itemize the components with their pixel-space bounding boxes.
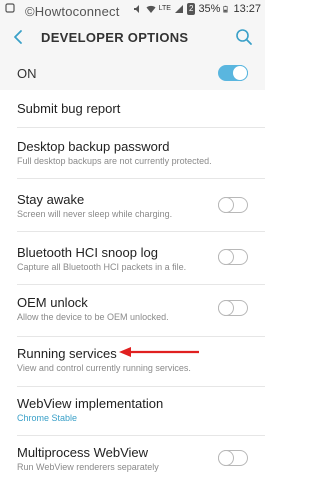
sim-slot-label: 2 xyxy=(186,3,196,15)
toggle-knob xyxy=(232,65,248,81)
notification-icon xyxy=(5,3,15,13)
master-toggle[interactable] xyxy=(218,65,248,81)
list-item-desktop-backup-password[interactable]: Desktop backup password Full desktop bac… xyxy=(0,128,265,177)
list-item-title: Multiprocess WebView xyxy=(17,445,149,460)
list-item-subtitle: Capture all Bluetooth HCI packets in a f… xyxy=(17,262,187,272)
list-item-title: Submit bug report xyxy=(17,101,121,116)
list-item-subtitle: Screen will never sleep while charging. xyxy=(17,209,173,219)
status-bar: ©Howtoconnect LTE 2 35% 13:27 xyxy=(0,0,265,19)
list-item-title: OEM unlock xyxy=(17,295,88,310)
list-item-value: Chrome Stable xyxy=(17,413,78,423)
toggle-knob xyxy=(218,249,234,265)
toggle-knob xyxy=(218,197,234,213)
wifi-icon xyxy=(146,5,156,13)
back-arrow-icon[interactable] xyxy=(8,26,30,48)
stay-awake-toggle[interactable] xyxy=(218,197,248,213)
master-switch-label: ON xyxy=(17,66,37,81)
list-item-submit-bug-report[interactable]: Submit bug report xyxy=(0,90,265,127)
signal-icon xyxy=(174,5,183,13)
status-bar-right: LTE 2 35% 13:27 xyxy=(133,3,261,15)
list-item-running-services[interactable]: Running services View and control curren… xyxy=(0,337,265,386)
clock: 13:27 xyxy=(233,3,261,15)
toggle-knob xyxy=(218,300,234,316)
multiprocess-webview-toggle[interactable] xyxy=(218,450,248,466)
master-switch-row[interactable]: ON xyxy=(0,56,265,90)
list-item-stay-awake[interactable]: Stay awake Screen will never sleep while… xyxy=(0,179,265,230)
list-item-bluetooth-hci-snoop-log[interactable]: Bluetooth HCI snoop log Capture all Blue… xyxy=(0,232,265,283)
page-title: DEVELOPER OPTIONS xyxy=(41,30,189,45)
sound-icon xyxy=(133,5,139,13)
network-type-label: LTE xyxy=(158,5,171,12)
app-bar: DEVELOPER OPTIONS xyxy=(0,18,265,56)
annotation-arrow-icon xyxy=(119,347,199,357)
list-item-multiprocess-webview[interactable]: Multiprocess WebView Run WebView rendere… xyxy=(0,436,265,477)
list-item-title: Running services xyxy=(17,346,117,361)
bluetooth-hci-toggle[interactable] xyxy=(218,249,248,265)
list-item-subtitle: Run WebView renderers separately xyxy=(17,462,159,472)
list-item-oem-unlock[interactable]: OEM unlock Allow the device to be OEM un… xyxy=(0,285,265,336)
list-item-subtitle: Allow the device to be OEM unlocked. xyxy=(17,312,169,322)
battery-percent: 35% xyxy=(198,3,221,15)
oem-unlock-toggle[interactable] xyxy=(218,300,248,316)
list-item-title: WebView implementation xyxy=(17,396,164,411)
watermark-text: ©Howtoconnect xyxy=(25,4,120,19)
battery-icon xyxy=(223,5,229,13)
list-item-title: Stay awake xyxy=(17,192,85,207)
toggle-knob xyxy=(218,450,234,466)
status-bar-left xyxy=(5,3,15,13)
list-item-title: Desktop backup password xyxy=(17,139,170,154)
list-item-subtitle: View and control currently running servi… xyxy=(17,363,191,373)
list-item-title: Bluetooth HCI snoop log xyxy=(17,245,158,260)
list-item-subtitle: Full desktop backups are not currently p… xyxy=(17,156,212,166)
search-icon[interactable] xyxy=(233,26,255,48)
developer-options-screen: ©Howtoconnect LTE 2 35% 13:27 DEVELOPER … xyxy=(0,0,265,477)
list-item-webview-implementation[interactable]: WebView implementation Chrome Stable xyxy=(0,387,265,435)
